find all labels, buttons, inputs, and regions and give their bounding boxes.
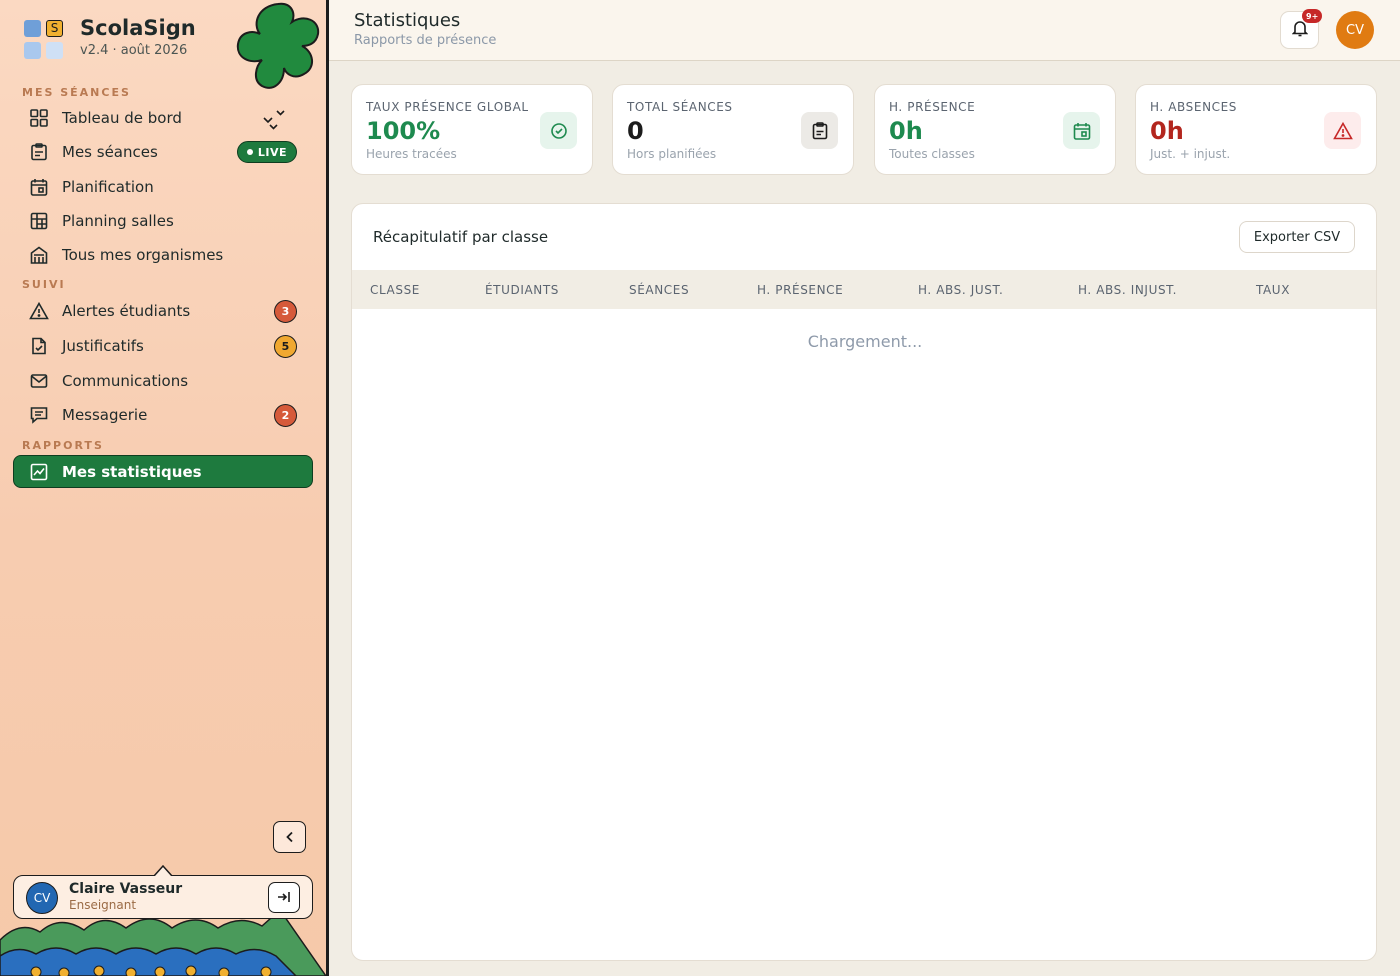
user-card-pointer — [153, 864, 173, 876]
message-icon — [28, 404, 50, 426]
column-header-taux[interactable]: TAUX — [1256, 283, 1290, 297]
sidebar-item-planification[interactable]: Planification — [14, 171, 312, 203]
stat-label: H. PRÉSENCE — [889, 100, 976, 114]
summary-panel: Récapitulatif par classe Exporter CSV CL… — [351, 203, 1377, 961]
message-count-badge: 2 — [274, 403, 297, 427]
stat-label: TAUX PRÉSENCE GLOBAL — [366, 100, 529, 114]
stat-card-total-seances: TOTAL SÉANCES 0 Hors planifiées — [612, 84, 854, 175]
sidebar-item-mes-seances[interactable]: Mes séances LIVE — [14, 136, 312, 168]
section-title-rapports: RAPPORTS — [22, 439, 104, 452]
decorative-blob — [236, 2, 320, 89]
column-header-classe[interactable]: CLASSE — [370, 283, 420, 297]
calendar-icon — [28, 176, 50, 198]
check-circle-icon — [540, 112, 577, 149]
stat-sub: Heures tracées — [366, 147, 457, 161]
sidebar-item-communications[interactable]: Communications — [14, 365, 312, 397]
column-header-h-abs-just[interactable]: H. ABS. JUST. — [918, 283, 1003, 297]
clipboard-icon — [801, 112, 838, 149]
warning-icon — [28, 300, 50, 322]
sidebar-item-label: Mes statistiques — [62, 462, 202, 481]
calendar-icon — [1063, 112, 1100, 149]
user-card[interactable]: CV Claire Vasseur Enseignant — [13, 875, 313, 919]
loading-text: Chargement... — [807, 332, 923, 351]
stat-sub: Toutes classes — [889, 147, 975, 161]
logout-icon — [277, 888, 291, 907]
column-header-h-abs-injust[interactable]: H. ABS. INJUST. — [1078, 283, 1177, 297]
sidebar-item-messagerie[interactable]: Messagerie 2 — [14, 399, 312, 431]
sidebar-item-label: Messagerie — [62, 406, 148, 424]
stat-value: 0h — [889, 117, 923, 145]
dashboard-grid-icon — [28, 107, 50, 129]
chevrons-down-icon[interactable] — [262, 108, 288, 136]
section-title-suivi: SUIVI — [22, 278, 66, 291]
stat-label: TOTAL SÉANCES — [627, 100, 733, 114]
notification-count-badge: 9+ — [1302, 9, 1323, 23]
sidebar-item-justificatifs[interactable]: Justificatifs 5 — [14, 330, 312, 362]
collapse-sidebar-button[interactable] — [273, 821, 306, 853]
justificatifs-count-badge: 5 — [274, 334, 297, 358]
sidebar-item-label: Communications — [62, 372, 189, 390]
summary-title: Récapitulatif par classe — [373, 228, 549, 246]
stat-card-taux-presence: TAUX PRÉSENCE GLOBAL 100% Heures tracées — [351, 84, 593, 175]
column-header-etudiants[interactable]: ÉTUDIANTS — [485, 283, 559, 297]
sidebar-item-label: Planning salles — [62, 212, 174, 230]
clipboard-icon — [28, 141, 50, 163]
app-logo: S — [24, 20, 64, 60]
sidebar-item-tous-mes-organismes[interactable]: Tous mes organismes — [14, 239, 312, 271]
column-header-h-presence[interactable]: H. PRÉSENCE — [757, 283, 843, 297]
stat-label: H. ABSENCES — [1150, 100, 1238, 114]
sidebar-item-label: Justificatifs — [62, 337, 144, 355]
page-subtitle: Rapports de présence — [354, 33, 497, 48]
grid-table-icon — [28, 210, 50, 232]
logout-button[interactable] — [268, 882, 300, 913]
stat-sub: Hors planifiées — [627, 147, 717, 161]
sidebar-item-alertes-etudiants[interactable]: Alertes étudiants 3 — [14, 295, 312, 327]
table-header: CLASSE ÉTUDIANTS SÉANCES H. PRÉSENCE H. … — [352, 270, 1376, 309]
stat-value: 0h — [1150, 117, 1184, 145]
chevron-left-icon — [285, 828, 295, 847]
sidebar-item-mes-statistiques[interactable]: Mes statistiques — [13, 455, 313, 488]
stat-card-heures-presence: H. PRÉSENCE 0h Toutes classes — [874, 84, 1116, 175]
export-csv-button[interactable]: Exporter CSV — [1239, 221, 1355, 253]
column-header-seances[interactable]: SÉANCES — [629, 283, 689, 297]
sidebar-item-label: Tous mes organismes — [62, 246, 224, 264]
top-header: Statistiques Rapports de présence 9+ CV — [329, 0, 1400, 61]
user-role: Enseignant — [69, 898, 137, 912]
section-title-mes-seances: MES SÉANCES — [22, 86, 131, 99]
stat-value: 100% — [366, 117, 441, 145]
sidebar-item-label: Planification — [62, 178, 154, 196]
alert-count-badge: 3 — [274, 299, 297, 323]
header-avatar[interactable]: CV — [1336, 11, 1374, 49]
sidebar-item-tableau-de-bord[interactable]: Tableau de bord — [14, 102, 312, 134]
user-name: Claire Vasseur — [69, 881, 183, 897]
sidebar-item-planning-salles[interactable]: Planning salles — [14, 205, 312, 237]
sidebar-border — [326, 0, 329, 976]
stat-card-heures-absences: H. ABSENCES 0h Just. + injust. — [1135, 84, 1377, 175]
mail-icon — [28, 370, 50, 392]
stat-sub: Just. + injust. — [1150, 147, 1231, 161]
app-version: v2.4 · août 2026 — [80, 43, 188, 58]
sidebar-item-label: Tableau de bord — [62, 109, 182, 127]
user-avatar: CV — [26, 882, 58, 914]
building-icon — [28, 244, 50, 266]
live-badge: LIVE — [236, 141, 297, 163]
app-name: ScolaSign — [80, 16, 196, 40]
page-title: Statistiques — [354, 10, 461, 31]
sidebar-item-label: Mes séances — [62, 143, 158, 161]
sidebar-item-label: Alertes étudiants — [62, 302, 191, 320]
warning-icon — [1324, 112, 1361, 149]
document-check-icon — [28, 335, 50, 357]
sidebar: S ScolaSign v2.4 · août 2026 MES SÉANCES… — [0, 0, 326, 976]
stat-value: 0 — [627, 117, 644, 145]
chart-icon — [28, 461, 50, 483]
